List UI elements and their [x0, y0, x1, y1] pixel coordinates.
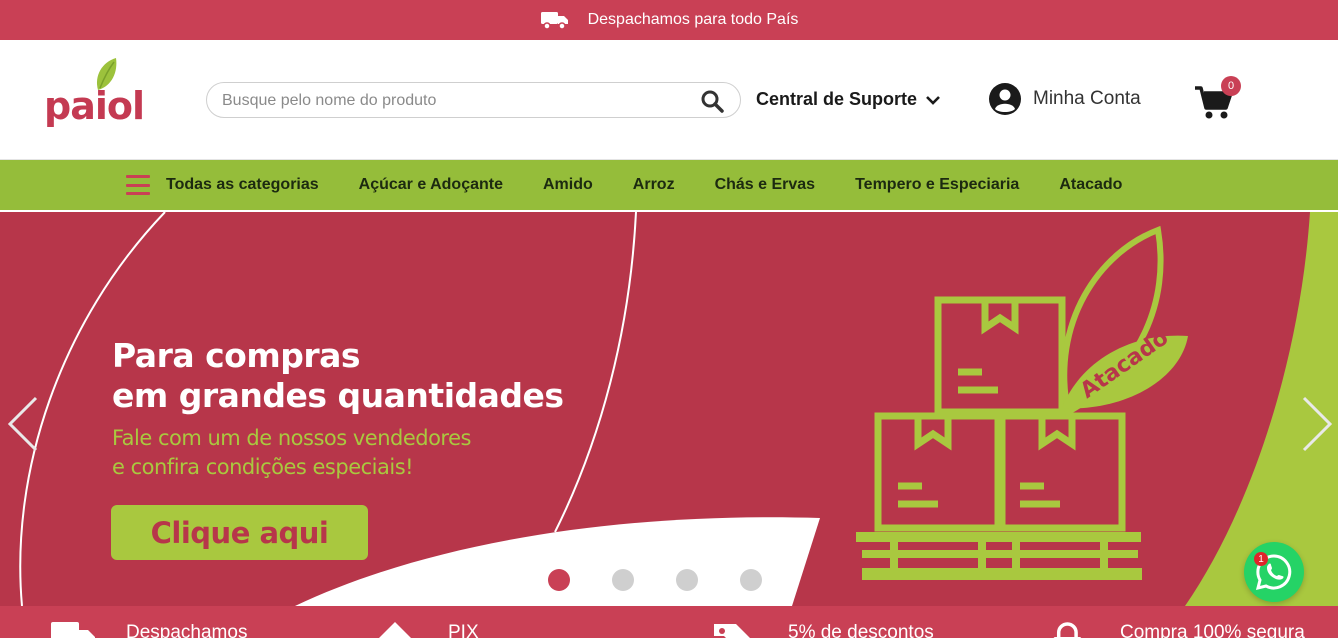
- whatsapp-badge: 1: [1254, 552, 1268, 566]
- whatsapp-button[interactable]: [1244, 542, 1304, 602]
- shipping-text: Despachamos para todo País: [587, 11, 799, 28]
- shipping-bar: Despachamos para todo País: [0, 0, 1338, 40]
- tag-icon: [714, 624, 750, 638]
- pix-icon: [379, 622, 411, 638]
- nav-all-categories[interactable]: Todas as categorias: [166, 176, 319, 194]
- logo-text: paiol: [44, 84, 145, 128]
- hero-title-line1: Para compras: [112, 336, 361, 375]
- lock-icon: [1053, 622, 1082, 638]
- benefit-label: PIX: [448, 622, 479, 638]
- chevron-down-icon: [926, 95, 940, 105]
- slider-dot-4[interactable]: [740, 569, 762, 591]
- cart-count-badge: 0: [1221, 76, 1241, 96]
- site-logo[interactable]: paiol: [44, 56, 145, 134]
- benefit-secure: Compra 100% segura: [1050, 622, 1305, 638]
- hero-subtitle-line1: Fale com um de nossos vendedores: [112, 426, 471, 450]
- nav-category-chas[interactable]: Chás e Ervas: [715, 176, 816, 194]
- benefit-label: Despachamos: [126, 622, 248, 638]
- hero-banner[interactable]: Atacado Para compras em grandes quantida…: [0, 212, 1338, 606]
- nav-category-arroz[interactable]: Arroz: [633, 176, 675, 194]
- hero-cta-button[interactable]: Clique aqui: [111, 505, 368, 560]
- nav-category-acucar[interactable]: Açúcar e Adoçante: [359, 176, 503, 194]
- nav-category-amido[interactable]: Amido: [543, 176, 593, 194]
- search-input[interactable]: [222, 89, 692, 113]
- cart-button[interactable]: 0: [1193, 76, 1241, 120]
- slider-dots: [548, 569, 762, 591]
- hero-subtitle-line2: e confira condições especiais!: [112, 455, 414, 479]
- chevron-left-icon[interactable]: [4, 394, 40, 454]
- slider-dot-3[interactable]: [676, 569, 698, 591]
- account-link[interactable]: Minha Conta: [989, 83, 1141, 115]
- account-label: Minha Conta: [1033, 88, 1141, 109]
- hero-title-line2: em grandes quantidades: [112, 376, 564, 415]
- benefit-shipping: Despachamos: [50, 622, 247, 638]
- support-label: Central de Suporte: [756, 89, 918, 109]
- site-header: paiol Central de Suporte Minha Conta 0: [0, 40, 1338, 160]
- nav-category-atacado[interactable]: Atacado: [1059, 176, 1122, 194]
- benefit-discount: 5% de descontos: [712, 622, 934, 638]
- slider-dot-1[interactable]: [548, 569, 570, 591]
- category-nav: Todas as categorias Açúcar e Adoçante Am…: [0, 160, 1338, 210]
- user-icon: [989, 83, 1021, 115]
- support-menu[interactable]: Central de Suporte: [756, 89, 941, 110]
- truck-icon: [51, 622, 95, 638]
- benefit-label: Compra 100% segura: [1120, 622, 1305, 638]
- chevron-right-icon[interactable]: [1300, 394, 1336, 454]
- slider-dot-2[interactable]: [612, 569, 634, 591]
- hero-title: Para compras em grandes quantidades: [112, 336, 564, 416]
- hero-subtitle: Fale com um de nossos vendedores e confi…: [112, 424, 471, 482]
- truck-icon: [540, 12, 568, 30]
- benefit-pix: PIX: [372, 622, 479, 638]
- search-icon[interactable]: [700, 89, 724, 113]
- search-box: [206, 82, 741, 118]
- menu-icon[interactable]: [126, 175, 150, 195]
- benefits-strip: Despachamos PIX 5% de descontos Compra 1…: [0, 606, 1338, 638]
- nav-category-tempero[interactable]: Tempero e Especiaria: [855, 176, 1019, 194]
- benefit-label: 5% de descontos: [788, 622, 934, 638]
